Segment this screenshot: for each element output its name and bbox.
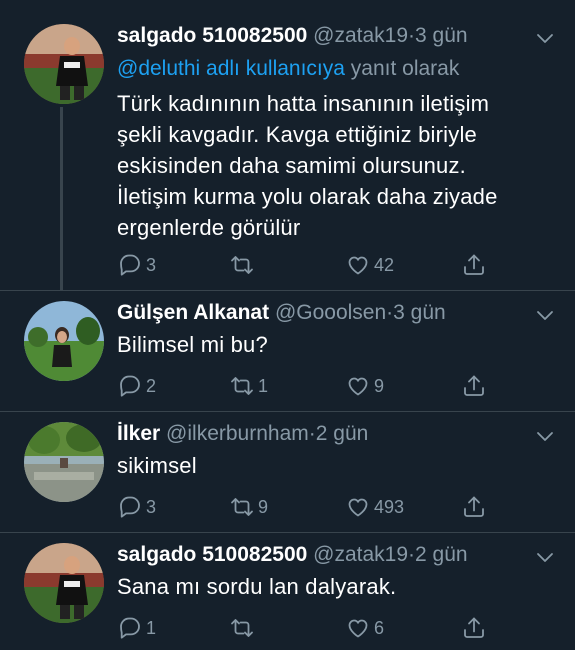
separator-dot: · xyxy=(308,422,316,445)
timestamp[interactable]: 3 gün xyxy=(415,24,468,47)
reply-button[interactable]: 1 xyxy=(117,615,156,641)
tweet-header: İlker @ilkerburnham·2 gün xyxy=(117,422,535,446)
tweet-text-line: şekli kavgadır. Kavga ettiğiniz biriyle xyxy=(117,122,477,147)
share-icon xyxy=(464,375,484,396)
share-icon xyxy=(464,496,484,517)
reply-button[interactable]: 2 xyxy=(117,373,156,399)
reply-count: 3 xyxy=(146,254,157,275)
heart-icon xyxy=(348,619,368,638)
tweet[interactable]: Gülşen Alkanat @Gooolsen·3 gün Bilimsel … xyxy=(0,291,575,411)
avatar[interactable] xyxy=(24,543,104,623)
share-button[interactable] xyxy=(461,615,487,641)
like-count: 9 xyxy=(374,375,385,396)
chevron-down-icon[interactable] xyxy=(535,305,555,325)
retweet-button[interactable] xyxy=(229,252,258,278)
tweet-actions: 3 42 xyxy=(117,252,497,278)
tweet-header: salgado 510082500 @zatak19·2 gün xyxy=(117,543,535,567)
avatar[interactable] xyxy=(24,301,104,381)
like-button[interactable]: 9 xyxy=(345,373,384,399)
user-handle[interactable]: @Gooolsen xyxy=(275,301,386,324)
avatar[interactable] xyxy=(24,24,104,104)
mention-link[interactable]: @deluthi adlı kullanıcıya xyxy=(117,57,345,80)
tweet[interactable]: salgado 510082500 @zatak19·3 gün @deluth… xyxy=(0,0,575,290)
tweet-actions: 1 6 xyxy=(117,615,497,641)
retweet-button[interactable]: 9 xyxy=(229,494,268,520)
like-count: 493 xyxy=(374,496,405,517)
share-icon xyxy=(464,617,484,638)
heart-icon xyxy=(348,256,368,275)
tweet-actions: 3 9 493 xyxy=(117,494,497,520)
like-button[interactable]: 6 xyxy=(345,615,384,641)
reply-count: 2 xyxy=(146,375,157,396)
like-button[interactable]: 493 xyxy=(345,494,404,520)
chevron-down-icon[interactable] xyxy=(535,426,555,446)
tweet-text-line: Türk kadınının hatta insanının iletişim xyxy=(117,91,490,116)
retweet-icon xyxy=(231,619,253,637)
reply-icon xyxy=(120,617,140,639)
tweet[interactable]: salgado 510082500 @zatak19·2 gün Sana mı… xyxy=(0,533,575,650)
retweet-count: 9 xyxy=(258,496,269,517)
tweet-text: Türk kadınının hatta insanının iletişim … xyxy=(117,88,555,243)
reply-context-suffix: yanıt olarak xyxy=(344,57,460,80)
share-button[interactable] xyxy=(461,494,487,520)
separator-dot: · xyxy=(408,543,416,566)
reply-button[interactable]: 3 xyxy=(117,494,156,520)
tweet[interactable]: İlker @ilkerburnham·2 gün sikimsel 3 9 4… xyxy=(0,412,575,532)
tweet-text: Bilimsel mi bu? xyxy=(117,329,555,360)
share-button[interactable] xyxy=(461,373,487,399)
tweet-header: Gülşen Alkanat @Gooolsen·3 gün xyxy=(117,301,535,325)
user-handle[interactable]: @zatak19 xyxy=(313,24,408,47)
retweet-button[interactable] xyxy=(229,615,258,641)
tweet-text-line: sikimsel xyxy=(117,453,197,478)
user-handle[interactable]: @zatak19 xyxy=(313,543,408,566)
heart-icon xyxy=(348,498,368,517)
tweet-text-line: İletişim kurma yolu olarak daha ziyade xyxy=(117,184,498,209)
tweet-header: salgado 510082500 @zatak19·3 gün xyxy=(117,24,535,48)
reply-icon xyxy=(120,496,140,518)
chevron-down-icon[interactable] xyxy=(535,28,555,48)
timestamp[interactable]: 2 gün xyxy=(316,422,369,445)
separator-dot: · xyxy=(408,24,416,47)
tweet-text-line: ergenlerde görülür xyxy=(117,215,301,240)
reply-icon xyxy=(120,375,140,397)
tweet-text-line: Bilimsel mi bu? xyxy=(117,332,268,357)
like-button[interactable]: 42 xyxy=(345,252,394,278)
timestamp[interactable]: 2 gün xyxy=(415,543,468,566)
share-icon xyxy=(464,254,484,275)
reply-count: 3 xyxy=(146,496,157,517)
retweet-count: 1 xyxy=(258,375,269,396)
retweet-icon xyxy=(231,377,253,395)
reply-context: @deluthi adlı kullanıcıya yanıt olarak xyxy=(117,57,459,81)
tweet-text: sikimsel xyxy=(117,450,555,481)
avatar[interactable] xyxy=(24,422,104,502)
chevron-down-icon[interactable] xyxy=(535,547,555,567)
retweet-icon xyxy=(231,498,253,516)
retweet-icon xyxy=(231,256,253,274)
tweet-text-line: eskisinden daha samimi olursunuz. xyxy=(117,153,466,178)
reply-button[interactable]: 3 xyxy=(117,252,156,278)
share-button[interactable] xyxy=(461,252,487,278)
reply-icon xyxy=(120,254,140,276)
timestamp[interactable]: 3 gün xyxy=(393,301,446,324)
display-name[interactable]: İlker xyxy=(117,422,160,445)
like-count: 6 xyxy=(374,617,385,638)
retweet-button[interactable]: 1 xyxy=(229,373,268,399)
tweet-text: Sana mı sordu lan dalyarak. xyxy=(117,571,555,602)
user-handle[interactable]: @ilkerburnham xyxy=(166,422,309,445)
reply-count: 1 xyxy=(146,617,157,638)
like-count: 42 xyxy=(374,254,395,275)
display-name[interactable]: salgado 510082500 xyxy=(117,24,307,47)
display-name[interactable]: salgado 510082500 xyxy=(117,543,307,566)
heart-icon xyxy=(348,377,368,396)
tweet-text-line: Sana mı sordu lan dalyarak. xyxy=(117,574,397,599)
tweet-actions: 2 1 9 xyxy=(117,373,497,399)
thread-line xyxy=(60,107,63,290)
display-name[interactable]: Gülşen Alkanat xyxy=(117,301,269,324)
